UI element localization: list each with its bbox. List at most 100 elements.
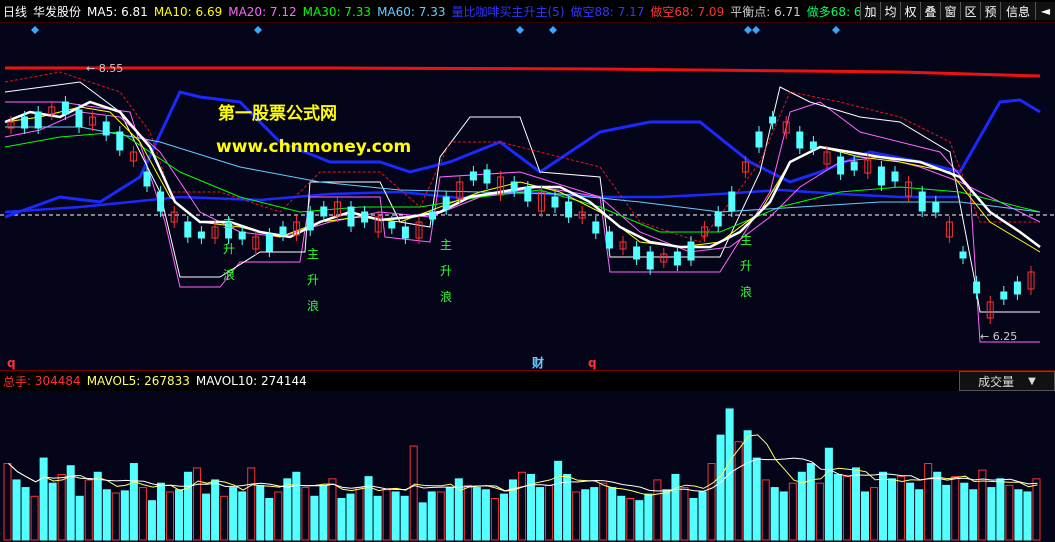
candle-body <box>755 131 763 148</box>
volume-chart[interactable] <box>0 392 1055 542</box>
volume-bar <box>716 434 725 541</box>
volume-bar <box>256 484 265 541</box>
toolbar-button[interactable]: 信息 <box>1000 2 1035 20</box>
event-marker[interactable]: q <box>588 356 597 370</box>
event-marker[interactable]: q <box>7 356 16 370</box>
volume-bar <box>815 482 824 541</box>
volume-bar <box>897 476 906 541</box>
volume-bar <box>842 476 851 541</box>
channel-line <box>5 101 1040 343</box>
toolbar-button[interactable]: 均 <box>880 2 900 20</box>
signal-diamond-icon <box>31 26 39 34</box>
volume-bar <box>481 489 490 541</box>
chevron-down-icon: ▼ <box>1028 375 1036 387</box>
high-price-mark: ← 8.55 <box>86 62 123 75</box>
period-label[interactable]: 日线 <box>3 3 27 20</box>
toolbar-button[interactable]: 区 <box>960 2 980 20</box>
toolbar-button[interactable]: 权 <box>900 2 920 20</box>
candle-body <box>510 181 518 192</box>
volume-bar <box>933 471 942 541</box>
event-marker[interactable]: 财 <box>531 355 544 370</box>
volume-bar <box>969 489 978 541</box>
candle-body <box>483 169 491 184</box>
volume-bar <box>870 487 879 541</box>
volume-bar <box>301 487 310 541</box>
wave-label: 升 <box>440 264 452 278</box>
candle-body <box>102 121 110 136</box>
toolbar-button[interactable]: 预 <box>980 2 1000 20</box>
candle-body <box>429 211 437 220</box>
candle-body <box>116 131 124 151</box>
volume-bar <box>653 479 662 541</box>
volume-bar <box>147 500 156 541</box>
signal-diamond-icon <box>752 26 760 34</box>
volume-bar <box>725 408 734 541</box>
volume-bar <box>337 497 346 541</box>
candle-body <box>442 196 450 210</box>
volume-bar <box>463 484 472 541</box>
volume-bar <box>165 491 174 541</box>
volume-bar <box>906 482 915 541</box>
candle-body <box>265 233 273 252</box>
volume-indicator-select[interactable]: 成交量 ▼ <box>959 371 1055 391</box>
candle-body <box>932 201 940 213</box>
candle-body <box>646 251 654 270</box>
volume-bar <box>536 487 545 541</box>
volume-bar <box>626 497 635 541</box>
toolbar-button[interactable]: 叠 <box>920 2 940 20</box>
toolbar-button[interactable]: ◄ <box>1035 2 1055 20</box>
wave-label: 主 <box>440 238 452 252</box>
volume-bar <box>39 457 48 541</box>
volume-bar <box>202 493 211 541</box>
signal-diamond-icon <box>832 26 840 34</box>
candle-body <box>279 226 287 236</box>
volume-bar <box>120 490 129 541</box>
lower-band-line <box>4 188 960 214</box>
volume-bar <box>274 491 283 541</box>
volume-bar <box>409 445 418 541</box>
volume-bar <box>951 476 960 541</box>
volume-bar <box>75 495 84 541</box>
resistance-line <box>5 66 1041 78</box>
mavol10-value: MAVOL10: 274144 <box>195 374 307 388</box>
volume-bar <box>545 484 554 541</box>
candle-body <box>34 111 42 129</box>
signal-diamond-icon <box>254 26 262 34</box>
volume-bar <box>138 487 147 541</box>
stock-name[interactable]: 华发股份 <box>33 3 81 20</box>
candle-body <box>469 171 477 181</box>
volume-bar <box>84 479 93 541</box>
signal-diamond-icon <box>549 26 557 34</box>
volume-bar <box>346 493 355 541</box>
indicator-value: 量比咖啡买主升主(5) <box>451 4 565 19</box>
volume-bar <box>355 487 364 541</box>
volume-bar <box>851 467 860 541</box>
volume-bar <box>806 463 815 541</box>
volume-bar <box>752 457 761 541</box>
toolbar-button[interactable]: 加 <box>860 2 880 20</box>
volume-bar <box>888 478 897 541</box>
volume-bar <box>328 478 337 541</box>
volume-bar <box>617 495 626 541</box>
candle-body <box>714 211 722 227</box>
volume-bar <box>581 489 590 541</box>
volume-bar <box>283 478 292 541</box>
price-chart[interactable]: ← 8.55← 6.25第一股票公式网www.chnmoney.com主升浪主升… <box>0 22 1055 370</box>
candle-body <box>687 241 695 261</box>
total-volume-label: 总手 <box>3 374 28 389</box>
wave-label: 升 <box>307 273 319 287</box>
volume-bar <box>960 482 969 541</box>
candle-body <box>401 226 409 239</box>
volume-bar <box>292 471 301 541</box>
volume-bar <box>382 489 391 541</box>
toolbar-button[interactable]: 窗 <box>940 2 960 20</box>
volume-bar <box>1005 484 1014 541</box>
volume-bar <box>445 487 454 541</box>
volume-bar <box>996 478 1005 541</box>
candle-body <box>973 281 981 294</box>
indicator-values: MA5: 6.81 MA10: 6.69 MA20: 7.12 MA30: 7.33 M… <box>87 3 951 20</box>
mavol5-value: MAVOL5: 267833 <box>86 374 190 388</box>
candle-body <box>524 186 532 202</box>
volume-bar <box>987 487 996 541</box>
volume-bar <box>608 487 617 541</box>
